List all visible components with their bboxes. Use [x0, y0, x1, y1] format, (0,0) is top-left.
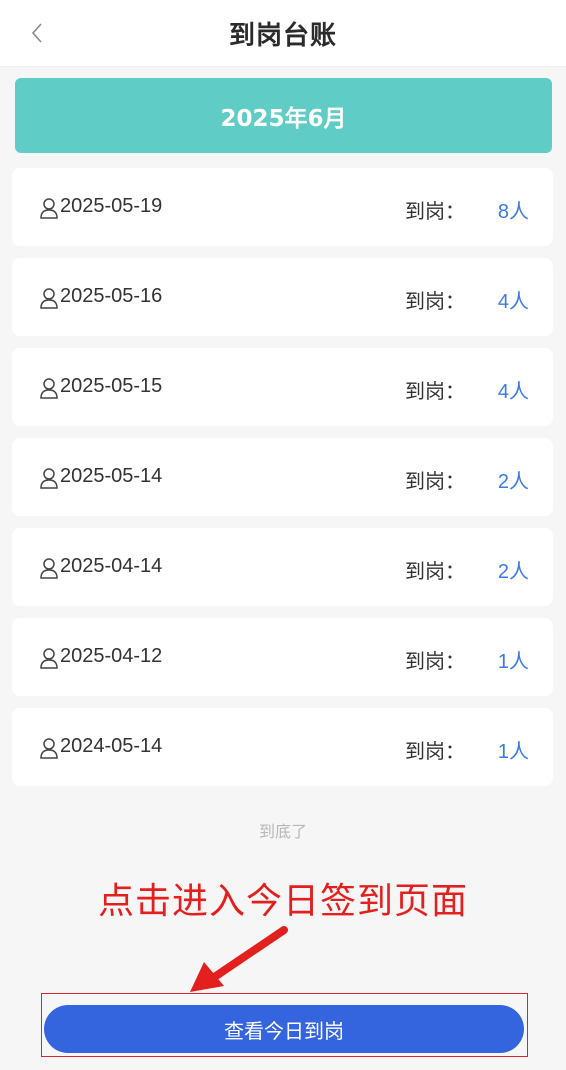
record-count-label: 到岗：: [405, 289, 465, 313]
attendance-record-row[interactable]: 2024-05-14 到岗： 1人: [12, 708, 553, 786]
attendance-record-list: 2025-05-19 到岗： 8人 2025-05-16 到岗： 4人 2025-05-15…: [12, 168, 553, 798]
annotation-arrow-icon: [190, 926, 288, 992]
record-count: 8人: [497, 201, 529, 223]
attendance-record-row[interactable]: 2025-04-12 到岗： 1人: [12, 618, 553, 696]
record-count-label: 到岗：: [405, 559, 465, 583]
record-count-label: 到岗：: [405, 199, 465, 223]
record-date: 2025-05-15: [60, 375, 163, 397]
month-banner[interactable]: 2025年6月: [15, 78, 552, 153]
attendance-record-row[interactable]: 2025-05-15 到岗： 4人: [12, 348, 553, 426]
record-count-label: 到岗：: [405, 649, 465, 673]
person-icon: [40, 378, 58, 399]
record-count: 1人: [497, 651, 529, 673]
view-today-attendance-button[interactable]: 查看今日到岗: [44, 1005, 524, 1053]
record-count-label: 到岗：: [405, 379, 465, 403]
record-date: 2025-05-19: [60, 195, 163, 217]
person-icon: [40, 738, 58, 759]
annotation-text: 点击进入今日签到页面: [97, 881, 468, 922]
person-icon: [40, 558, 58, 579]
attendance-record-row[interactable]: 2025-05-19 到岗： 8人: [12, 168, 553, 246]
record-date: 2025-05-16: [60, 285, 163, 307]
record-count: 4人: [497, 381, 529, 403]
person-icon: [40, 198, 58, 219]
person-icon: [40, 288, 58, 309]
record-count: 2人: [497, 471, 529, 493]
record-date: 2024-05-14: [60, 735, 163, 757]
attendance-record-row[interactable]: 2025-04-14 到岗： 2人: [12, 528, 553, 606]
list-end-text: 到底了: [258, 822, 307, 841]
page-title: 到岗台账: [228, 21, 337, 51]
record-count: 1人: [497, 741, 529, 763]
record-count-label: 到岗：: [405, 739, 465, 763]
attendance-record-row[interactable]: 2025-05-16 到岗： 4人: [12, 258, 553, 336]
record-date: 2025-04-12: [60, 645, 163, 667]
record-date: 2025-04-14: [60, 555, 163, 577]
record-count: 4人: [497, 291, 529, 313]
person-icon: [40, 648, 58, 669]
attendance-record-row[interactable]: 2025-05-14 到岗： 2人: [12, 438, 553, 516]
record-count: 2人: [497, 561, 529, 583]
record-date: 2025-05-14: [60, 465, 163, 487]
record-count-label: 到岗：: [405, 469, 465, 493]
person-icon: [40, 468, 58, 489]
top-nav-bar: 到岗台账: [0, 0, 566, 67]
